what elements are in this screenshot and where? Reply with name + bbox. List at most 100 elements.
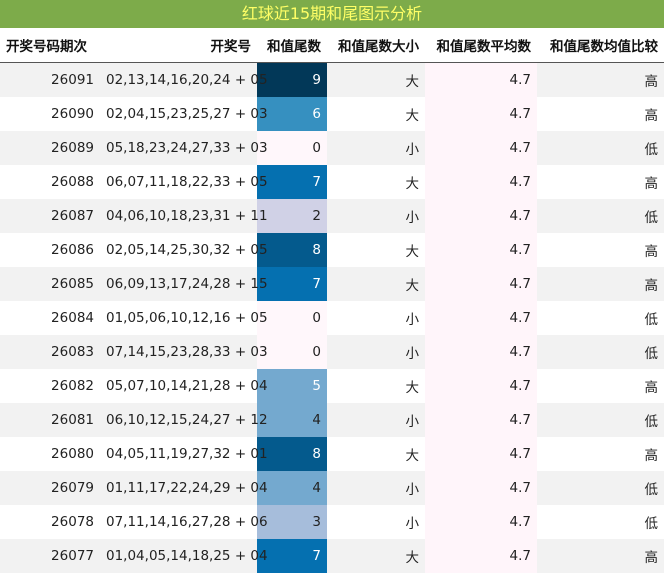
period-cell: 26091 — [0, 62, 100, 97]
average-cell: 4.7 — [425, 301, 537, 335]
period-cell: 26077 — [0, 539, 100, 573]
numbers-cell: 02,13,14,16,20,24 + 05 — [100, 62, 268, 97]
numbers-cell: 05,07,10,14,21,28 + 04 — [100, 369, 268, 403]
compare-cell: 低 — [537, 505, 664, 539]
compare-cell: 低 — [537, 471, 664, 505]
period-cell: 26079 — [0, 471, 100, 505]
average-cell: 4.7 — [425, 505, 537, 539]
compare-cell: 低 — [537, 335, 664, 369]
average-cell: 4.7 — [425, 471, 537, 505]
average-cell: 4.7 — [425, 62, 537, 97]
page: 红球近15期和尾图示分析 开奖号码期次 开奖号 和值尾数 和值尾数大小 和值尾数… — [0, 0, 664, 574]
header-row: 开奖号码期次 开奖号 和值尾数 和值尾数大小 和值尾数平均数 和值尾数均值比较 — [0, 28, 664, 63]
compare-cell: 低 — [537, 131, 664, 165]
table-row: 26086 02,05,14,25,30,32 + 05 8 大 4.7 高 — [0, 233, 664, 267]
period-cell: 26089 — [0, 131, 100, 165]
average-cell: 4.7 — [425, 369, 537, 403]
numbers-cell: 01,05,06,10,12,16 + 05 — [100, 301, 268, 335]
lottery-table: 开奖号码期次 开奖号 和值尾数 和值尾数大小 和值尾数平均数 和值尾数均值比较 … — [0, 28, 664, 573]
average-cell: 4.7 — [425, 437, 537, 471]
period-cell: 26082 — [0, 369, 100, 403]
numbers-cell: 02,05,14,25,30,32 + 05 — [100, 233, 268, 267]
period-cell: 26081 — [0, 403, 100, 437]
compare-cell: 高 — [537, 369, 664, 403]
compare-cell: 低 — [537, 403, 664, 437]
table-row: 26088 06,07,11,18,22,33 + 05 7 大 4.7 高 — [0, 165, 664, 199]
numbers-cell: 01,04,05,14,18,25 + 04 — [100, 539, 268, 573]
size-cell: 小 — [327, 403, 425, 437]
numbers-cell: 02,04,15,23,25,27 + 03 — [100, 97, 268, 131]
table-row: 26077 01,04,05,14,18,25 + 04 7 大 4.7 高 — [0, 539, 664, 573]
size-cell: 大 — [327, 369, 425, 403]
compare-cell: 高 — [537, 539, 664, 573]
numbers-cell: 06,10,12,15,24,27 + 12 — [100, 403, 268, 437]
period-cell: 26087 — [0, 199, 100, 233]
average-cell: 4.7 — [425, 233, 537, 267]
average-cell: 4.7 — [425, 131, 537, 165]
period-cell: 26088 — [0, 165, 100, 199]
header-period: 开奖号码期次 — [0, 28, 100, 63]
table-row: 26087 04,06,10,18,23,31 + 11 2 小 4.7 低 — [0, 199, 664, 233]
compare-cell: 高 — [537, 267, 664, 301]
size-cell: 大 — [327, 267, 425, 301]
table-row: 26089 05,18,23,24,27,33 + 03 0 小 4.7 低 — [0, 131, 664, 165]
compare-cell: 高 — [537, 437, 664, 471]
average-cell: 4.7 — [425, 539, 537, 573]
period-cell: 26083 — [0, 335, 100, 369]
compare-cell: 低 — [537, 199, 664, 233]
compare-cell: 低 — [537, 301, 664, 335]
table-row: 26079 01,11,17,22,24,29 + 04 4 小 4.7 低 — [0, 471, 664, 505]
size-cell: 大 — [327, 539, 425, 573]
average-cell: 4.7 — [425, 165, 537, 199]
table-row: 26090 02,04,15,23,25,27 + 03 6 大 4.7 高 — [0, 97, 664, 131]
average-cell: 4.7 — [425, 267, 537, 301]
table-row: 26078 07,11,14,16,27,28 + 06 3 小 4.7 低 — [0, 505, 664, 539]
period-cell: 26085 — [0, 267, 100, 301]
table-row: 26080 04,05,11,19,27,32 + 01 8 大 4.7 高 — [0, 437, 664, 471]
size-cell: 大 — [327, 437, 425, 471]
average-cell: 4.7 — [425, 335, 537, 369]
numbers-cell: 05,18,23,24,27,33 + 03 — [100, 131, 268, 165]
table-row: 26082 05,07,10,14,21,28 + 04 5 大 4.7 高 — [0, 369, 664, 403]
size-cell: 小 — [327, 505, 425, 539]
table-row: 26085 06,09,13,17,24,28 + 15 7 大 4.7 高 — [0, 267, 664, 301]
numbers-cell: 06,09,13,17,24,28 + 15 — [100, 267, 268, 301]
size-cell: 大 — [327, 233, 425, 267]
size-cell: 大 — [327, 97, 425, 131]
table-title: 红球近15期和尾图示分析 — [0, 0, 664, 28]
period-cell: 26086 — [0, 233, 100, 267]
period-cell: 26080 — [0, 437, 100, 471]
table-row: 26091 02,13,14,16,20,24 + 05 9 大 4.7 高 — [0, 62, 664, 97]
size-cell: 大 — [327, 62, 425, 97]
size-cell: 小 — [327, 301, 425, 335]
numbers-cell: 07,14,15,23,28,33 + 03 — [100, 335, 268, 369]
compare-cell: 高 — [537, 233, 664, 267]
average-cell: 4.7 — [425, 97, 537, 131]
numbers-cell: 07,11,14,16,27,28 + 06 — [100, 505, 268, 539]
header-size: 和值尾数大小 — [327, 28, 425, 63]
header-compare: 和值尾数均值比较 — [537, 28, 664, 63]
average-cell: 4.7 — [425, 199, 537, 233]
compare-cell: 高 — [537, 97, 664, 131]
size-cell: 小 — [327, 131, 425, 165]
compare-cell: 高 — [537, 62, 664, 97]
numbers-cell: 04,06,10,18,23,31 + 11 — [100, 199, 268, 233]
table-row: 26081 06,10,12,15,24,27 + 12 4 小 4.7 低 — [0, 403, 664, 437]
period-cell: 26084 — [0, 301, 100, 335]
table-row: 26083 07,14,15,23,28,33 + 03 0 小 4.7 低 — [0, 335, 664, 369]
size-cell: 小 — [327, 471, 425, 505]
size-cell: 小 — [327, 335, 425, 369]
size-cell: 大 — [327, 165, 425, 199]
numbers-cell: 06,07,11,18,22,33 + 05 — [100, 165, 268, 199]
header-numbers: 开奖号 — [100, 28, 257, 63]
numbers-cell: 04,05,11,19,27,32 + 01 — [100, 437, 268, 471]
size-cell: 小 — [327, 199, 425, 233]
compare-cell: 高 — [537, 165, 664, 199]
average-cell: 4.7 — [425, 403, 537, 437]
numbers-cell: 01,11,17,22,24,29 + 04 — [100, 471, 268, 505]
period-cell: 26090 — [0, 97, 100, 131]
table-row: 26084 01,05,06,10,12,16 + 05 0 小 4.7 低 — [0, 301, 664, 335]
header-average: 和值尾数平均数 — [425, 28, 537, 63]
period-cell: 26078 — [0, 505, 100, 539]
table-body: 26091 02,13,14,16,20,24 + 05 9 大 4.7 高 26090 02… — [0, 62, 664, 573]
